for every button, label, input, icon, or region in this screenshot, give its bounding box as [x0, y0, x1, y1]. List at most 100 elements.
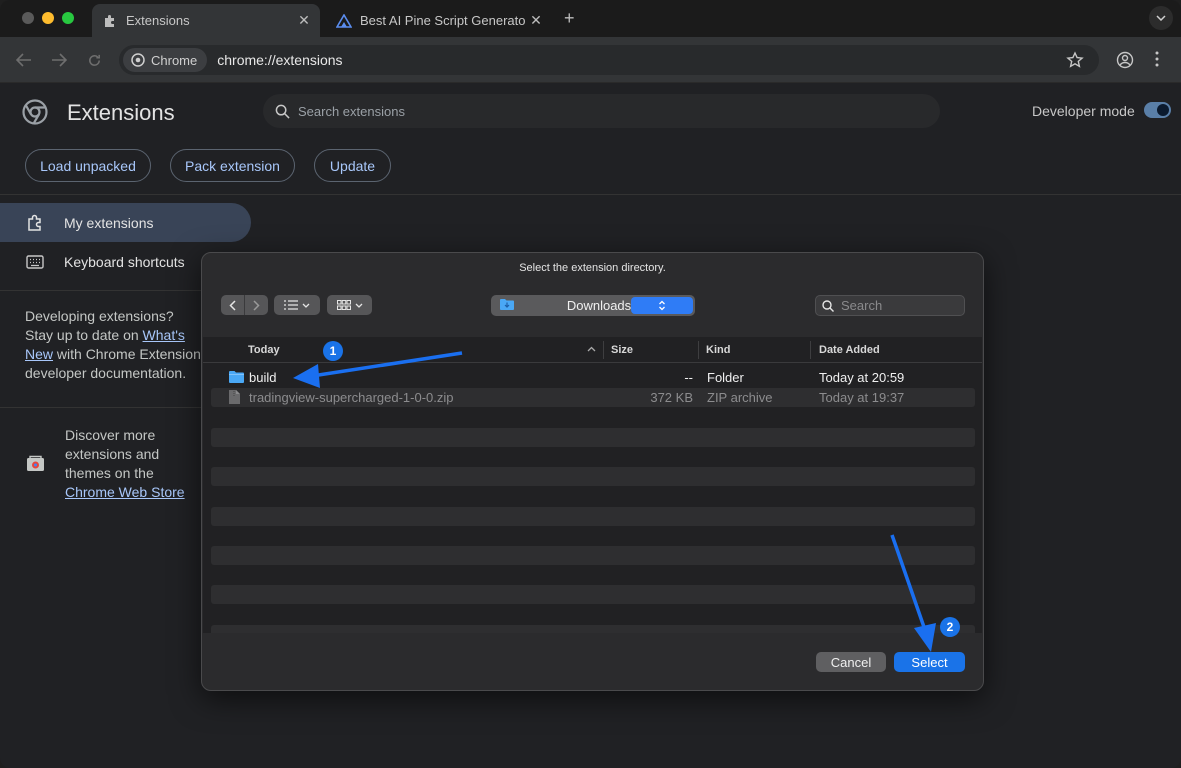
select-directory-dialog: Select the extension directory. Download… — [201, 252, 984, 691]
close-icon[interactable]: ✕ — [294, 12, 314, 29]
file-kind: Folder — [707, 370, 744, 385]
toolbar: Chrome chrome://extensions — [0, 37, 1181, 83]
sort-ascending-icon — [587, 343, 596, 355]
chevron-left-icon — [229, 299, 236, 311]
developer-actions: Load unpacked Pack extension Update — [0, 139, 1181, 195]
column-kind-header[interactable]: Kind — [706, 344, 730, 356]
more-menu-icon[interactable] — [1155, 51, 1159, 72]
empty-row — [211, 467, 975, 486]
downloads-folder-icon — [500, 298, 562, 313]
developer-docs-text: Developing extensions? Stay up to date o… — [25, 307, 205, 383]
developer-mode-toggle[interactable] — [1144, 102, 1171, 118]
empty-row — [211, 428, 975, 447]
tab-pine-script[interactable]: Best AI Pine Script Generator ✕ — [326, 4, 552, 37]
store-text-start: Discover more extensions and themes on t… — [65, 427, 160, 481]
history-nav-control — [221, 295, 268, 315]
keyboard-icon — [26, 253, 44, 271]
location-popup[interactable]: Downloads — [491, 295, 695, 316]
bookmark-star-icon[interactable] — [1066, 51, 1084, 74]
chevron-right-icon — [253, 299, 260, 311]
chip-label: Chrome — [151, 52, 198, 68]
popup-stepper-icon — [631, 297, 694, 314]
file-name: build — [249, 370, 277, 385]
url-text: chrome://extensions — [217, 52, 343, 68]
chrome-icon — [131, 53, 145, 67]
forward-button[interactable] — [50, 51, 68, 69]
forward-button[interactable] — [245, 295, 268, 315]
back-button[interactable] — [221, 295, 244, 315]
empty-row — [211, 546, 975, 565]
chevron-down-icon — [1156, 15, 1166, 21]
sidebar-item-label: Keyboard shortcuts — [64, 253, 185, 270]
back-button[interactable] — [15, 51, 33, 69]
web-store-icon — [26, 455, 45, 477]
pack-extension-button[interactable]: Pack extension — [170, 149, 295, 182]
search-placeholder: Search extensions — [298, 103, 405, 119]
sidebar-item-my-extensions[interactable]: My extensions — [0, 203, 251, 242]
chevron-down-icon — [302, 303, 310, 308]
dialog-search-input[interactable]: Search — [815, 295, 965, 316]
address-bar[interactable]: Chrome chrome://extensions — [119, 45, 1099, 75]
tab-title: Extensions — [126, 13, 190, 28]
empty-row — [211, 585, 975, 604]
select-button[interactable]: Select — [894, 652, 965, 672]
puzzle-icon — [102, 13, 118, 29]
reload-icon — [88, 54, 100, 66]
cancel-button[interactable]: Cancel — [816, 652, 886, 672]
file-icon — [229, 390, 240, 407]
location-label: Downloads — [566, 298, 632, 313]
new-tab-button[interactable]: + — [564, 8, 575, 29]
file-size: 372 KB — [650, 390, 693, 405]
grid-icon — [336, 300, 351, 310]
page-title: Extensions — [67, 100, 175, 125]
tab-title: Best AI Pine Script Generator — [360, 13, 526, 28]
list-icon — [284, 300, 298, 310]
back-arrow-icon — [16, 53, 31, 67]
tab-search-button[interactable] — [1149, 6, 1173, 30]
search-placeholder: Search — [841, 298, 883, 313]
tab-extensions[interactable]: Extensions ✕ — [92, 4, 320, 37]
extension-icon — [26, 214, 44, 232]
file-size: -- — [684, 370, 693, 385]
profile-icon[interactable] — [1116, 51, 1134, 74]
column-date-header[interactable]: Date Added — [819, 344, 880, 356]
step-2-badge: 2 — [940, 617, 960, 637]
icon-view-button[interactable] — [327, 295, 372, 315]
forward-arrow-icon — [52, 53, 67, 67]
column-name-header[interactable]: Today — [248, 344, 280, 356]
sidebar-item-label: My extensions — [64, 214, 154, 231]
chrome-web-store-link[interactable]: Chrome Web Store — [65, 484, 185, 500]
extensions-header: Extensions Search extensions Developer m… — [0, 83, 1181, 139]
file-date: Today at 20:59 — [819, 370, 905, 385]
chrome-logo-icon — [22, 99, 48, 130]
extensions-search-input[interactable]: Search extensions — [263, 94, 940, 128]
empty-row — [211, 625, 975, 633]
search-icon — [275, 104, 290, 119]
list-view-button[interactable] — [274, 295, 320, 315]
file-row-zip[interactable]: tradingview-supercharged-1-0-0.zip 372 K… — [211, 388, 975, 407]
file-name: tradingview-supercharged-1-0-0.zip — [249, 390, 454, 405]
folder-icon — [229, 370, 244, 386]
column-headers: Today Size Kind Date Added — [203, 337, 982, 363]
column-size-header[interactable]: Size — [611, 344, 633, 356]
file-list: Today Size Kind Date Added build -- Fold… — [203, 337, 982, 633]
update-button[interactable]: Update — [314, 149, 391, 182]
close-window-button[interactable] — [22, 12, 34, 24]
web-store-text: Discover more extensions and themes on t… — [65, 426, 205, 502]
close-icon[interactable]: ✕ — [526, 12, 546, 29]
dialog-title: Select the extension directory. — [519, 262, 666, 274]
reload-button[interactable] — [85, 51, 103, 69]
site-info-chip[interactable]: Chrome — [123, 48, 208, 72]
chevron-down-icon — [355, 303, 362, 308]
developer-mode-label: Developer mode — [1032, 103, 1135, 119]
file-date: Today at 19:37 — [819, 390, 905, 405]
maximize-window-button[interactable] — [62, 12, 74, 24]
file-kind: ZIP archive — [707, 390, 773, 405]
minimize-window-button[interactable] — [42, 12, 54, 24]
tab-strip: Extensions ✕ Best AI Pine Script Generat… — [0, 0, 1181, 37]
file-row-build[interactable]: build -- Folder Today at 20:59 — [211, 368, 975, 387]
step-1-badge: 1 — [323, 341, 343, 361]
load-unpacked-button[interactable]: Load unpacked — [25, 149, 151, 182]
search-icon — [822, 299, 834, 312]
pine-logo-icon — [336, 13, 352, 29]
